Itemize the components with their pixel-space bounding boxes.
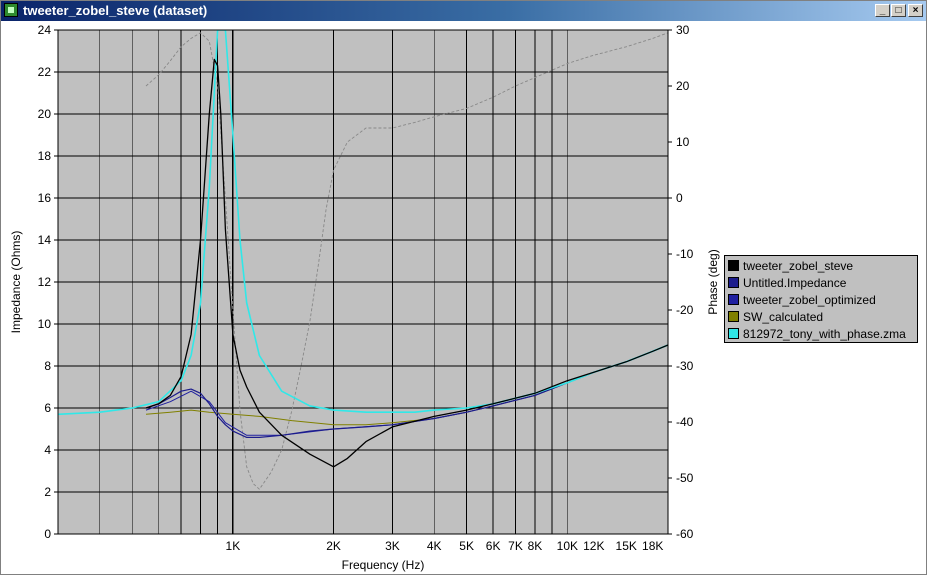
- y-tick-label: 14: [38, 233, 52, 247]
- y-tick-label: 12: [38, 275, 52, 289]
- title-bar[interactable]: tweeter_zobel_steve (dataset) _ □ ×: [1, 1, 926, 21]
- legend-swatch: [728, 294, 739, 305]
- y-tick-label: 8: [44, 359, 51, 373]
- y-tick-label: 0: [44, 527, 51, 541]
- legend-swatch: [728, 260, 739, 271]
- y-tick-label: 4: [44, 443, 51, 457]
- y2-tick-label: -60: [676, 527, 694, 541]
- y2-tick-label: -40: [676, 415, 694, 429]
- close-button[interactable]: ×: [908, 4, 923, 17]
- y-tick-label: 20: [38, 107, 52, 121]
- y-tick-label: 22: [38, 65, 52, 79]
- y2-tick-label: -10: [676, 247, 694, 261]
- legend: tweeter_zobel_steve Untitled.Impedance twe…: [724, 255, 918, 343]
- y2-tick-label: 10: [676, 135, 690, 149]
- x-tick-label: 15K: [616, 539, 637, 553]
- legend-item: 812972_tony_with_phase.zma: [727, 326, 917, 342]
- app-icon: [4, 3, 18, 17]
- x-tick-label: 6K: [486, 539, 501, 553]
- legend-item: Untitled.Impedance: [727, 275, 917, 291]
- minimize-button[interactable]: _: [875, 4, 890, 17]
- y-tick-label: 18: [38, 149, 52, 163]
- legend-item: tweeter_zobel_steve: [727, 258, 917, 274]
- y2-tick-label: -50: [676, 471, 694, 485]
- legend-swatch: [728, 277, 739, 288]
- legend-label: tweeter_zobel_steve: [743, 259, 854, 273]
- maximize-button[interactable]: □: [891, 4, 906, 17]
- y2-tick-label: -20: [676, 303, 694, 317]
- x-axis-label: Frequency (Hz): [342, 558, 425, 572]
- y-tick-label: 16: [38, 191, 52, 205]
- x-tick-label: 5K: [459, 539, 474, 553]
- y2-tick-label: 0: [676, 191, 683, 205]
- x-tick-label: 1K: [226, 539, 241, 553]
- y-tick-label: 2: [44, 485, 51, 499]
- chart-window: tweeter_zobel_steve (dataset) _ □ × 0246…: [0, 0, 927, 575]
- y-tick-label: 6: [44, 401, 51, 415]
- y2-tick-label: 30: [676, 23, 690, 37]
- y2-tick-label: -30: [676, 359, 694, 373]
- legend-label: tweeter_zobel_optimized: [743, 293, 876, 307]
- window-title: tweeter_zobel_steve (dataset): [23, 3, 208, 18]
- legend-swatch: [728, 311, 739, 322]
- y-axis-label: Impedance (Ohms): [9, 231, 23, 334]
- y-tick-label: 10: [38, 317, 52, 331]
- x-tick-label: 12K: [583, 539, 604, 553]
- legend-label: Untitled.Impedance: [743, 276, 847, 290]
- legend-label: 812972_tony_with_phase.zma: [743, 327, 906, 341]
- legend-swatch: [728, 328, 739, 339]
- x-tick-label: 18K: [642, 539, 663, 553]
- x-tick-label: 3K: [385, 539, 400, 553]
- x-tick-label: 7K: [508, 539, 523, 553]
- y2-tick-label: 20: [676, 79, 690, 93]
- legend-label: SW_calculated: [743, 310, 824, 324]
- y-tick-label: 24: [38, 23, 52, 37]
- y2-axis-label: Phase (deg): [706, 249, 720, 314]
- x-tick-label: 8K: [528, 539, 543, 553]
- legend-item: SW_calculated: [727, 309, 917, 325]
- x-tick-label: 2K: [326, 539, 341, 553]
- x-tick-label: 10K: [557, 539, 578, 553]
- legend-item: tweeter_zobel_optimized: [727, 292, 917, 308]
- x-tick-label: 4K: [427, 539, 442, 553]
